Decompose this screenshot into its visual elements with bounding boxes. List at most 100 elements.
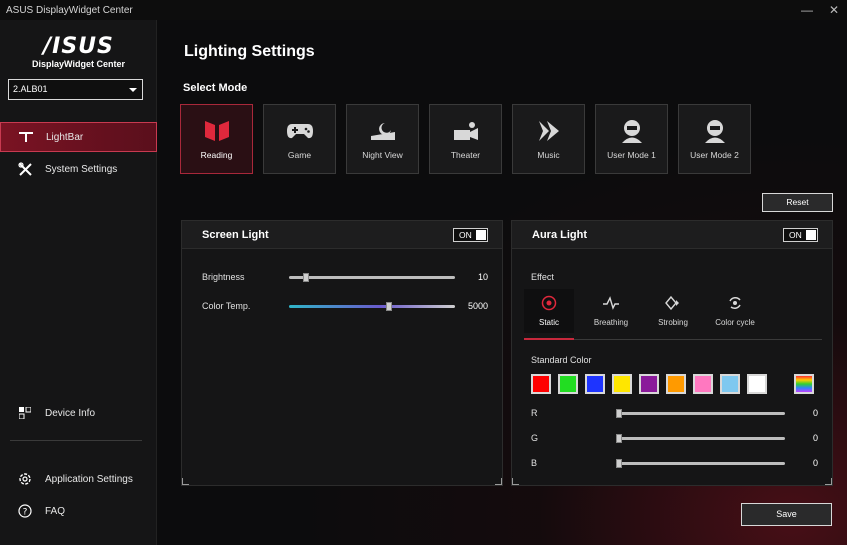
- color-swatch-blue[interactable]: [585, 374, 605, 394]
- gamepad-icon: [286, 117, 314, 145]
- toggle-label: ON: [459, 230, 472, 240]
- monitor-select[interactable]: 2.ALB01: [8, 79, 143, 100]
- b-value: 0: [812, 458, 818, 468]
- effect-label: Static: [538, 318, 559, 327]
- window-title: ASUS DisplayWidget Center: [6, 4, 133, 16]
- breathing-icon: [602, 295, 620, 311]
- lightbar-icon: [18, 129, 34, 145]
- effect-label: Effect: [531, 272, 554, 282]
- user-icon: [619, 117, 645, 145]
- mode-label: Theater: [450, 150, 481, 160]
- sidebar-divider: [10, 440, 142, 441]
- minimize-button[interactable]: —: [799, 2, 815, 18]
- r-value: 0: [812, 408, 818, 418]
- page-title: Lighting Settings: [184, 43, 315, 60]
- color-swatch-white[interactable]: [747, 374, 767, 394]
- color-swatch-light-blue[interactable]: [720, 374, 740, 394]
- corner-bracket: [825, 478, 832, 485]
- corner-bracket: [512, 478, 519, 485]
- mode-user-1[interactable]: User Mode 1: [595, 104, 668, 174]
- sidebar-item-faq[interactable]: ? FAQ: [0, 496, 157, 526]
- color-swatch-green[interactable]: [558, 374, 578, 394]
- color-swatch-orange[interactable]: [666, 374, 686, 394]
- panel-title: Aura Light: [532, 229, 587, 241]
- rgb-label-r: R: [531, 408, 538, 418]
- effect-strobing[interactable]: Strobing: [648, 289, 698, 333]
- color-temp-label: Color Temp.: [202, 301, 251, 311]
- monitor-select-value: 2.ALB01: [13, 84, 48, 94]
- custom-color-picker[interactable]: [794, 374, 814, 394]
- sidebar-item-label: LightBar: [46, 131, 84, 143]
- panel-header: Aura Light ON: [512, 221, 832, 249]
- effect-color-cycle[interactable]: Color cycle: [710, 289, 760, 333]
- b-slider-knob[interactable]: [616, 459, 622, 468]
- sidebar-item-label: Device Info: [45, 407, 96, 419]
- brightness-slider-track[interactable]: [289, 276, 455, 279]
- aura-light-toggle[interactable]: ON: [783, 228, 818, 242]
- night-view-icon: [369, 117, 397, 145]
- effect-breathing[interactable]: Breathing: [586, 289, 636, 333]
- chevron-down-icon: [129, 88, 137, 92]
- aura-light-panel: Aura Light ON Effect Static Breathing St…: [511, 220, 833, 486]
- close-button[interactable]: ✕: [826, 2, 842, 18]
- color-swatch-purple[interactable]: [639, 374, 659, 394]
- save-button[interactable]: Save: [741, 503, 832, 526]
- mode-label: Music: [537, 150, 560, 160]
- color-temp-slider-track[interactable]: [289, 305, 455, 308]
- color-cycle-icon: [727, 295, 743, 311]
- reset-button[interactable]: Reset: [762, 193, 833, 212]
- sidebar-item-lightbar[interactable]: LightBar: [0, 122, 157, 152]
- mode-label: User Mode 2: [690, 150, 739, 160]
- sidebar-item-system-settings[interactable]: System Settings: [0, 154, 157, 184]
- r-slider-track[interactable]: [617, 412, 785, 415]
- color-temp-slider-knob[interactable]: [385, 302, 392, 311]
- color-swatch-red[interactable]: [531, 374, 551, 394]
- effect-static[interactable]: Static: [524, 289, 574, 333]
- static-icon: [541, 295, 557, 311]
- mode-label: Night View: [362, 150, 403, 160]
- g-slider-knob[interactable]: [616, 434, 622, 443]
- reading-icon: [203, 117, 231, 145]
- brightness-label: Brightness: [202, 272, 245, 282]
- user-icon: [702, 117, 728, 145]
- screen-light-toggle[interactable]: ON: [453, 228, 488, 242]
- corner-bracket: [182, 478, 189, 485]
- effect-active-indicator: [524, 338, 574, 340]
- color-swatch-pink[interactable]: [693, 374, 713, 394]
- asus-logo: /ISUS DisplayWidget Center: [0, 34, 157, 69]
- device-info-icon: [17, 405, 33, 421]
- mode-label: Reading: [200, 150, 233, 160]
- sidebar-item-device-info[interactable]: Device Info: [0, 398, 157, 428]
- g-value: 0: [812, 433, 818, 443]
- panel-title: Screen Light: [202, 229, 269, 241]
- g-slider-track[interactable]: [617, 437, 785, 440]
- gear-icon: [17, 471, 33, 487]
- logo-subtitle: DisplayWidget Center: [32, 59, 125, 69]
- panel-header: Screen Light ON: [182, 221, 502, 249]
- brightness-value: 10: [477, 272, 488, 282]
- sidebar-item-application-settings[interactable]: Application Settings: [0, 464, 157, 494]
- color-temp-value: 5000: [467, 301, 488, 311]
- toggle-knob: [806, 230, 816, 240]
- effect-label: Color cycle: [715, 318, 755, 327]
- effect-label: Breathing: [593, 318, 629, 327]
- logo-mark: /ISUS: [43, 34, 114, 59]
- color-swatch-yellow[interactable]: [612, 374, 632, 394]
- r-slider-knob[interactable]: [616, 409, 622, 418]
- strobing-icon: [664, 295, 682, 311]
- mode-theater[interactable]: Theater: [429, 104, 502, 174]
- mode-night-view[interactable]: Night View: [346, 104, 419, 174]
- help-icon: ?: [17, 503, 33, 519]
- mode-label: User Mode 1: [607, 150, 656, 160]
- mode-game[interactable]: Game: [263, 104, 336, 174]
- mode-label: Game: [287, 150, 312, 160]
- mode-user-2[interactable]: User Mode 2: [678, 104, 751, 174]
- mode-reading[interactable]: Reading: [180, 104, 253, 174]
- corner-bracket: [495, 478, 502, 485]
- brightness-slider-knob[interactable]: [302, 273, 309, 282]
- mode-music[interactable]: Music: [512, 104, 585, 174]
- rgb-label-g: G: [531, 433, 539, 443]
- sidebar: /ISUS DisplayWidget Center 2.ALB01 Light…: [0, 20, 157, 545]
- b-slider-track[interactable]: [617, 462, 785, 465]
- toggle-knob: [476, 230, 486, 240]
